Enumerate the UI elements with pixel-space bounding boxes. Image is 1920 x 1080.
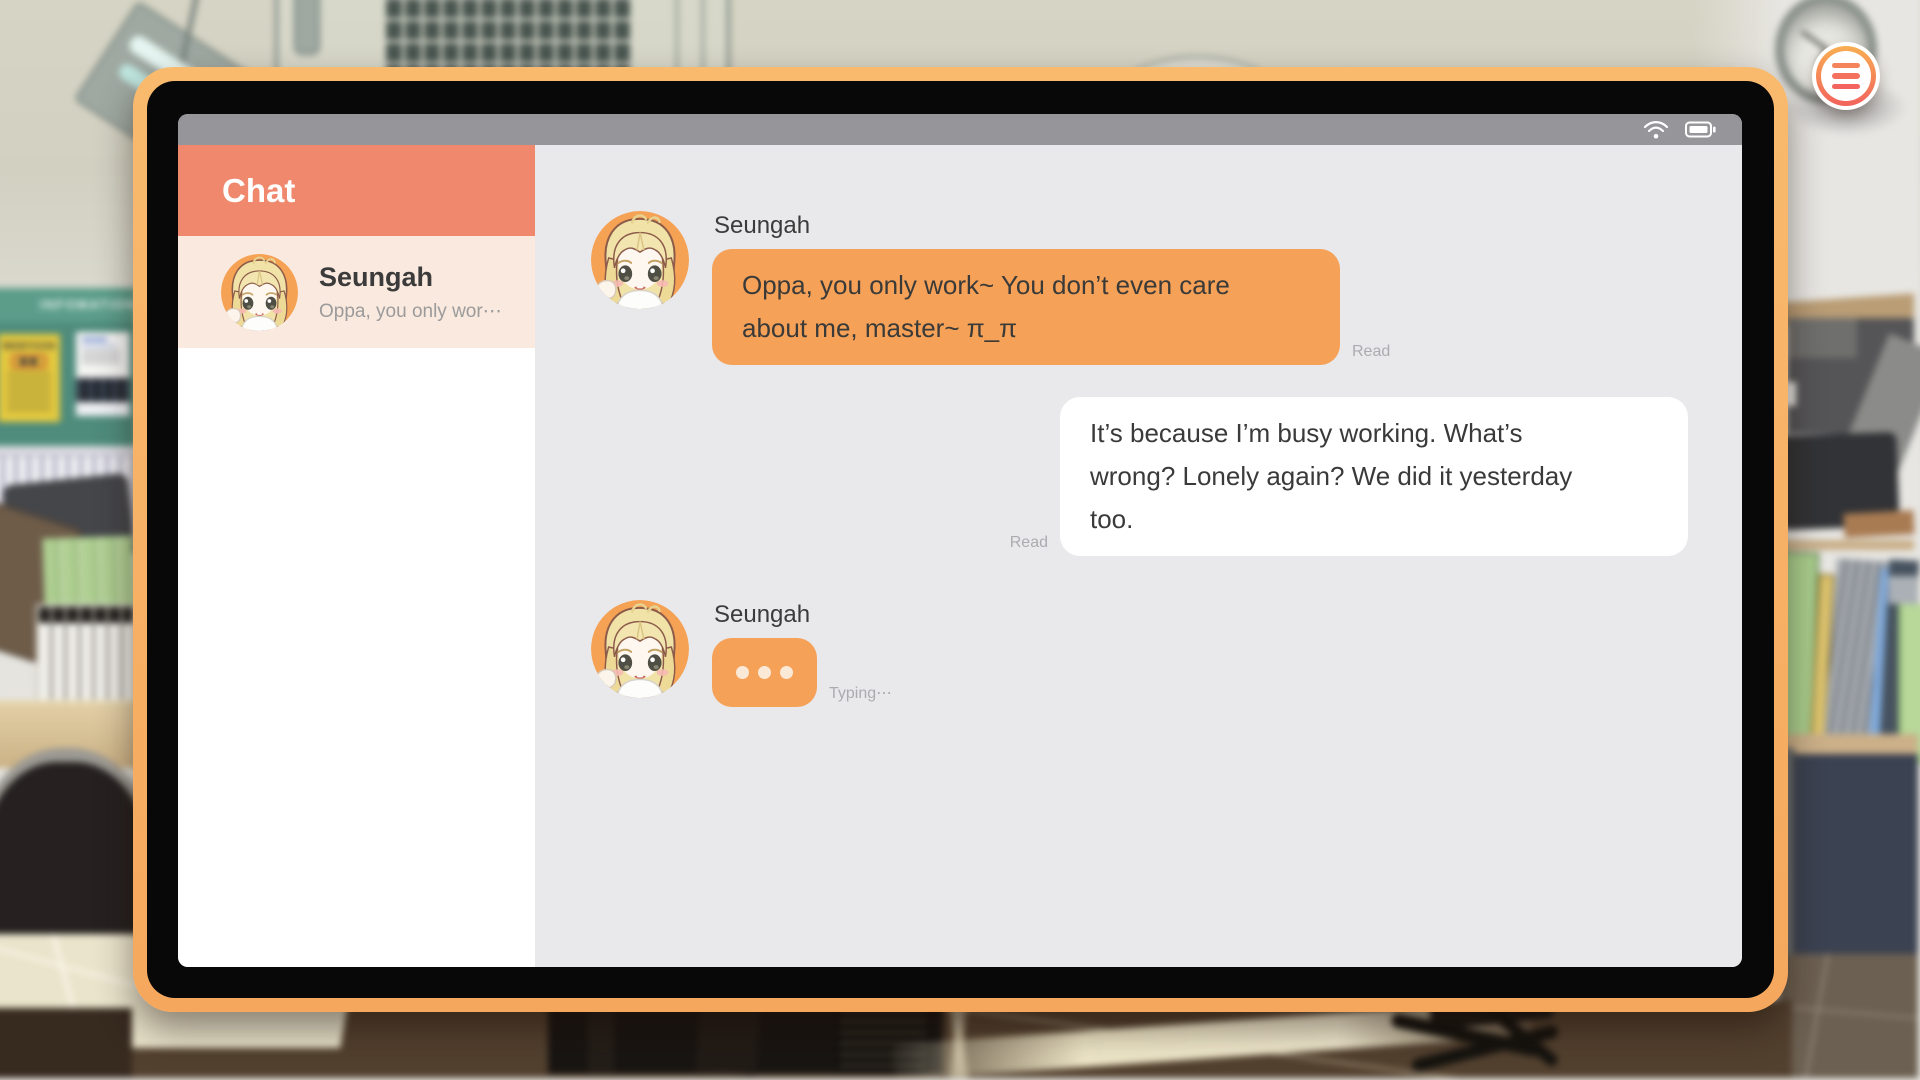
tablet-device: Chat Seungah Oppa, you only wor⋯ — [133, 67, 1788, 1012]
contact-row-seungah[interactable]: Seungah Oppa, you only wor⋯ — [178, 236, 535, 348]
game-screen: INFOMATION WEBTOON — [0, 0, 1920, 1080]
sender-name: Seungah — [714, 601, 892, 629]
typing-status: Typing⋯ — [829, 683, 892, 703]
sender-name: Seungah — [714, 212, 1390, 240]
typing-indicator-bubble — [712, 638, 817, 707]
clock-minute-hand — [1801, 31, 1827, 51]
message-group-typing: Seungah Typing⋯ — [591, 600, 1688, 707]
hamburger-menu-icon — [1821, 51, 1871, 101]
contact-avatar — [221, 254, 298, 331]
contact-message-preview: Oppa, you only wor⋯ — [319, 300, 502, 323]
wifi-icon — [1643, 120, 1669, 140]
tablet-bezel: Chat Seungah Oppa, you only wor⋯ — [147, 81, 1774, 998]
message-group-outgoing: Read It’s because I’m busy working. What… — [591, 397, 1688, 556]
menu-button[interactable] — [1812, 42, 1880, 110]
board-title: INFOMATION — [0, 288, 136, 322]
read-receipt: Read — [1010, 534, 1048, 552]
chat-message-area[interactable]: Seungah Oppa, you only work~ You don’t e… — [535, 145, 1742, 967]
contact-name: Seungah — [319, 262, 502, 293]
incoming-message-bubble: Oppa, you only work~ You don’t even care… — [712, 249, 1340, 365]
sidebar-header: Chat — [178, 145, 535, 236]
notice-poster — [76, 332, 130, 416]
brown-book — [1843, 510, 1914, 538]
bookshelf — [1778, 548, 1918, 760]
message-group-incoming: Seungah Oppa, you only work~ You don’t e… — [591, 211, 1688, 365]
app-body: Chat Seungah Oppa, you only wor⋯ — [178, 145, 1742, 967]
poster-title: WEBTOON — [0, 341, 60, 352]
battery-icon — [1685, 121, 1716, 138]
dark-furniture — [548, 1002, 943, 1074]
outgoing-message-bubble: It’s because I’m busy working. What’s wr… — [1060, 397, 1688, 556]
tablet-screen: Chat Seungah Oppa, you only wor⋯ — [178, 114, 1742, 967]
read-receipt: Read — [1352, 343, 1390, 361]
status-bar — [178, 114, 1742, 145]
sender-avatar — [591, 211, 689, 309]
webtoon-poster: WEBTOON — [0, 334, 60, 422]
floor-shadow-left — [0, 1008, 142, 1078]
sender-avatar — [591, 600, 689, 698]
navy-cabinet — [1794, 754, 1918, 970]
chat-sidebar: Chat Seungah Oppa, you only wor⋯ — [178, 145, 535, 967]
right-floor-tiles — [1778, 954, 1918, 1078]
